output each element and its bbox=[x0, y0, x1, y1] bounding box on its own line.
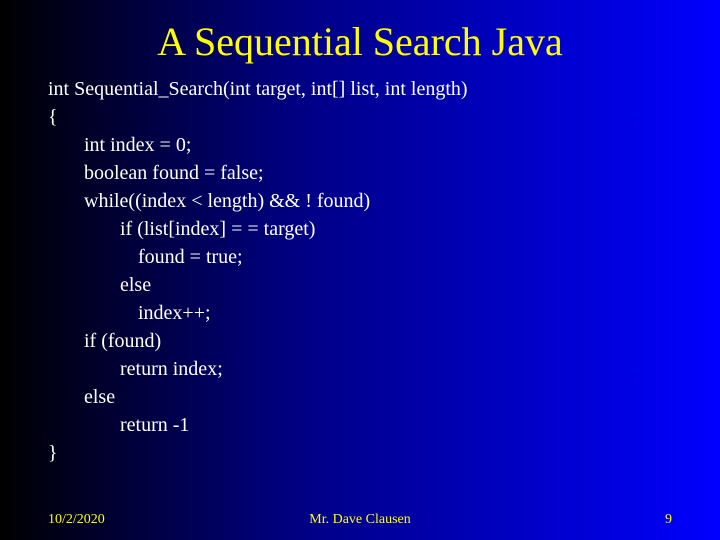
slide-title: A Sequential Search Java bbox=[0, 0, 720, 75]
footer-author: Mr. Dave Clausen bbox=[0, 512, 720, 528]
code-open-brace: { bbox=[48, 103, 680, 131]
footer-page: 9 bbox=[665, 512, 672, 528]
code-line: return -1 bbox=[48, 411, 680, 439]
code-line: else bbox=[48, 271, 680, 299]
code-line: while((index < length) && ! found) bbox=[48, 187, 680, 215]
code-line: int index = 0; bbox=[48, 131, 680, 159]
code-close-brace: } bbox=[48, 439, 680, 467]
code-line: found = true; bbox=[48, 243, 680, 271]
footer-date: 10/2/2020 bbox=[48, 512, 105, 528]
code-line: return index; bbox=[48, 355, 680, 383]
code-line: index++; bbox=[48, 299, 680, 327]
code-line: if (list[index] = = target) bbox=[48, 215, 680, 243]
code-line: if (found) bbox=[48, 327, 680, 355]
slide: A Sequential Search Java int Sequential_… bbox=[0, 0, 720, 540]
code-line: else bbox=[48, 383, 680, 411]
code-block: int Sequential_Search(int target, int[] … bbox=[0, 75, 720, 467]
slide-footer: 10/2/2020 Mr. Dave Clausen 9 bbox=[0, 512, 720, 528]
code-line: boolean found = false; bbox=[48, 159, 680, 187]
code-signature: int Sequential_Search(int target, int[] … bbox=[48, 75, 680, 103]
